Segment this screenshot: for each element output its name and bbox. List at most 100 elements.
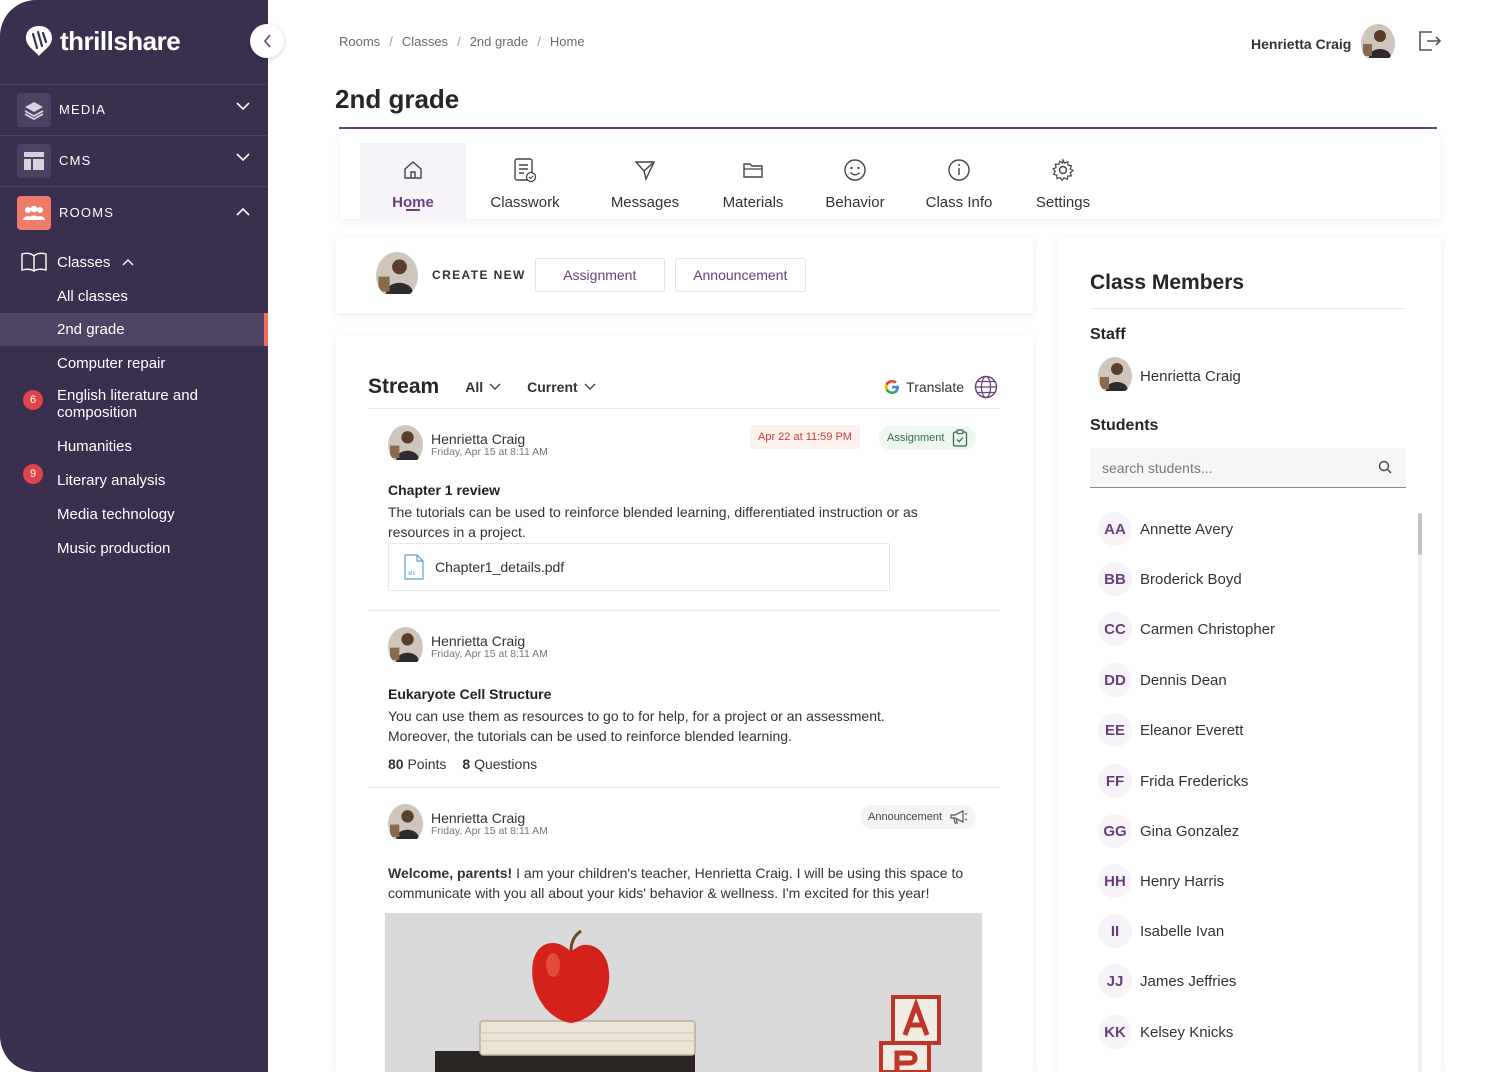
filter-period-value: Current xyxy=(527,379,578,395)
create-new-label: CREATE NEW xyxy=(432,268,526,282)
google-g-icon xyxy=(884,380,900,394)
sidebar-item-music-production[interactable]: Music production xyxy=(0,531,268,565)
student-row[interactable]: II Isabelle Ivan xyxy=(1098,914,1224,948)
student-row[interactable]: CC Carmen Christopher xyxy=(1098,612,1275,646)
student-row[interactable]: GG Gina Gonzalez xyxy=(1098,814,1239,848)
tab-label: Class Info xyxy=(925,194,993,211)
sidebar-classes-group[interactable]: Classes xyxy=(0,245,268,279)
sidebar-item-english-literature[interactable]: 6 English literature and composition xyxy=(0,381,268,427)
sidebar-item-computer-repair[interactable]: Computer repair xyxy=(0,346,268,380)
tab-label: Materials xyxy=(722,194,784,211)
member-name: Dennis Dean xyxy=(1140,671,1227,689)
tab-classwork[interactable]: Classwork xyxy=(472,143,578,221)
sidebar-item-literary-analysis[interactable]: 9 Literary analysis xyxy=(0,463,268,497)
stream-header: Stream All Current Translate xyxy=(368,367,1000,407)
student-search-input[interactable]: search students... xyxy=(1090,448,1406,488)
student-row[interactable]: AA Annette Avery xyxy=(1098,512,1233,546)
post-divider xyxy=(368,610,1000,611)
sidebar-item-label: All classes xyxy=(57,287,128,305)
post-date: Friday, Apr 15 at 8:11 AM xyxy=(431,446,548,458)
chevron-up-icon xyxy=(236,207,250,216)
tab-label: Classwork xyxy=(490,194,560,211)
member-name: Henry Harris xyxy=(1140,872,1225,890)
student-initials: JJ xyxy=(1098,964,1132,998)
sidebar-item-humanities[interactable]: Humanities xyxy=(0,429,268,463)
brand-logo[interactable]: thrillshare xyxy=(24,24,181,58)
breadcrumb-item[interactable]: 2nd grade xyxy=(470,34,529,49)
class-members-title: Class Members xyxy=(1090,271,1245,294)
tab-label: Behavior xyxy=(825,194,885,211)
home-icon xyxy=(402,153,424,187)
tab-materials[interactable]: Materials xyxy=(700,143,806,221)
tab-behavior[interactable]: Behavior xyxy=(802,143,908,221)
post-date: Friday, Apr 15 at 8:11 AM xyxy=(431,825,548,837)
student-row[interactable]: FF Frida Fredericks xyxy=(1098,764,1248,798)
sidebar-section-media[interactable]: MEDIA xyxy=(0,84,268,134)
sidebar-item-2nd-grade[interactable]: 2nd grade xyxy=(0,313,268,346)
chevron-left-icon xyxy=(263,34,271,48)
student-row[interactable]: BB Broderick Boyd xyxy=(1098,562,1242,596)
tab-messages[interactable]: Messages xyxy=(592,143,698,221)
member-name: James Jeffries xyxy=(1140,972,1237,990)
sidebar: thrillshare MEDIA CMS ROOMS Classes All … xyxy=(0,0,268,1072)
filter-type-dropdown[interactable]: All xyxy=(465,379,501,395)
people-icon xyxy=(17,195,51,230)
search-placeholder: search students... xyxy=(1102,459,1213,476)
file-extension: xls xyxy=(408,571,415,577)
tab-class-info[interactable]: Class Info xyxy=(906,143,1012,221)
sidebar-section-rooms[interactable]: ROOMS xyxy=(0,186,268,238)
tab-label: Messages xyxy=(610,194,680,211)
stream-post-quiz[interactable]: Henrietta Craig Friday, Apr 15 at 8:11 A… xyxy=(388,627,998,772)
translate-label: Translate xyxy=(906,379,964,395)
post-header: Henrietta Craig Friday, Apr 15 at 8:11 A… xyxy=(388,627,998,667)
student-row[interactable]: EE Eleanor Everett xyxy=(1098,713,1243,747)
sidebar-item-label: Music production xyxy=(57,539,171,557)
tab-settings[interactable]: Settings xyxy=(1010,143,1116,221)
create-assignment-button[interactable]: Assignment xyxy=(534,258,665,292)
student-initials: BB xyxy=(1098,562,1132,596)
student-initials: GG xyxy=(1098,814,1132,848)
questions-value: 8 xyxy=(462,756,471,772)
user-menu[interactable]: Henrietta Craig xyxy=(1251,24,1396,63)
smiley-icon xyxy=(843,153,867,187)
student-row[interactable]: HH Henry Harris xyxy=(1098,864,1224,898)
post-author: Henrietta Craig xyxy=(431,810,526,826)
layout-icon xyxy=(17,143,51,178)
thrillshare-logo-icon xyxy=(26,26,52,56)
staff-member[interactable]: Henrietta Craig xyxy=(1098,357,1241,395)
create-announcement-button[interactable]: Announcement xyxy=(674,258,806,292)
attachment-file[interactable]: xls Chapter1_details.pdf xyxy=(388,543,890,591)
chevron-down-icon xyxy=(236,153,250,162)
chevron-down-icon xyxy=(584,383,596,390)
students-heading: Students xyxy=(1090,417,1159,434)
apple-books-illustration xyxy=(385,913,982,1072)
sidebar-section-label: CMS xyxy=(59,153,92,168)
breadcrumb-item[interactable]: Rooms xyxy=(339,34,380,49)
sidebar-item-all-classes[interactable]: All classes xyxy=(0,279,268,313)
student-initials: FF xyxy=(1098,764,1132,798)
members-scroll-thumb[interactable] xyxy=(1418,513,1422,555)
class-tabs: Home Classwork Messages Materials Behavi… xyxy=(340,133,1440,221)
tab-home[interactable]: Home xyxy=(360,143,466,221)
sidebar-collapse-button[interactable] xyxy=(250,24,284,58)
notification-badge: 9 xyxy=(23,464,43,484)
stream-divider xyxy=(368,408,1000,409)
brand-name: thrillshare xyxy=(60,25,181,56)
stream-title: Stream xyxy=(368,375,440,398)
filter-period-dropdown[interactable]: Current xyxy=(527,379,596,395)
sidebar-item-label: Media technology xyxy=(57,505,175,523)
translate-button[interactable]: Translate xyxy=(884,367,998,407)
sidebar-section-cms[interactable]: CMS xyxy=(0,135,268,185)
member-name: Isabelle Ivan xyxy=(1140,922,1225,940)
sidebar-item-label: Humanities xyxy=(57,437,133,455)
breadcrumb-item[interactable]: Classes xyxy=(402,34,448,49)
student-row[interactable]: DD Dennis Dean xyxy=(1098,663,1227,697)
student-row[interactable]: KK Kelsey Knicks xyxy=(1098,1015,1233,1049)
logout-button[interactable] xyxy=(1418,30,1442,57)
student-row[interactable]: JJ James Jeffries xyxy=(1098,964,1236,998)
sidebar-item-label: Literary analysis xyxy=(57,471,166,489)
members-divider xyxy=(1090,308,1406,309)
layers-icon xyxy=(17,92,51,127)
members-scrollbar[interactable] xyxy=(1418,513,1422,1072)
sidebar-item-media-technology[interactable]: Media technology xyxy=(0,497,268,531)
